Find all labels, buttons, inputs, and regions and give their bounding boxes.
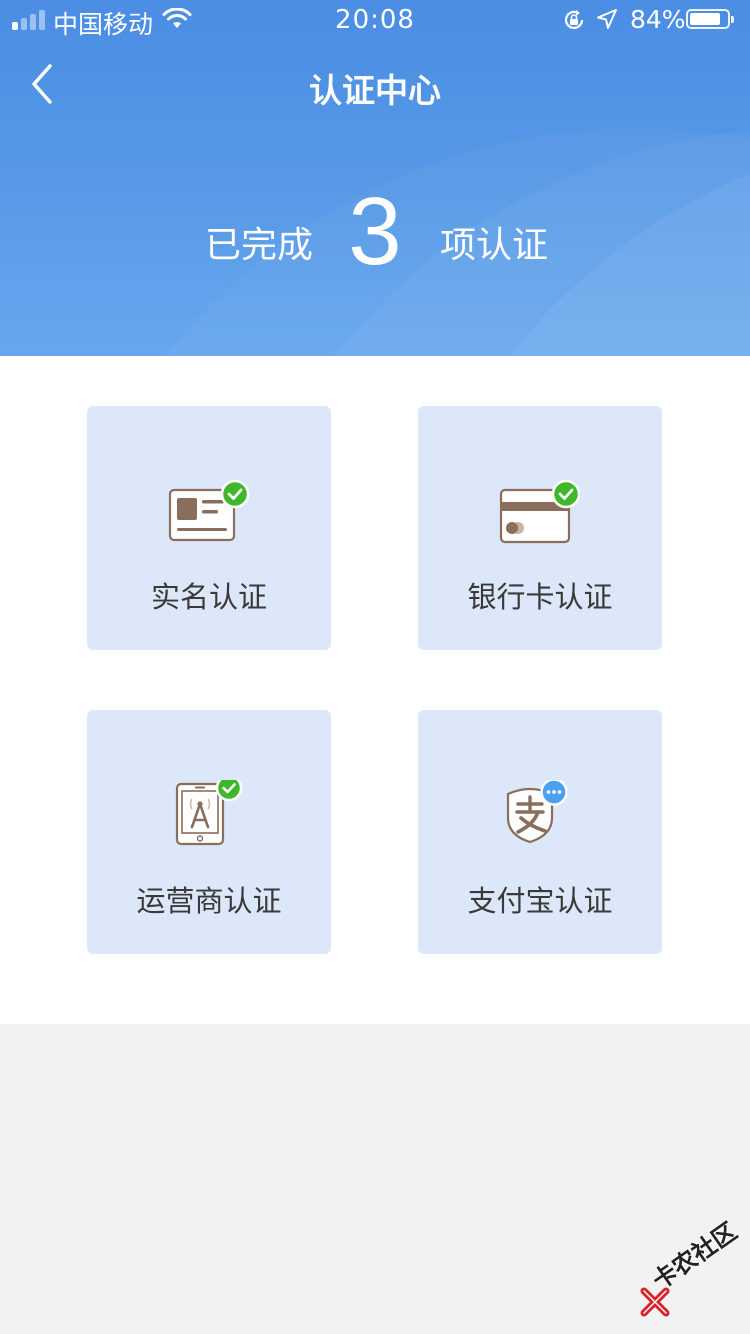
battery-percent: 84%	[630, 5, 686, 34]
watermark-text: 卡农社区	[647, 1217, 743, 1296]
alipay-icon	[506, 780, 568, 844]
id-card-icon	[168, 479, 250, 542]
summary-suffix: 项认证	[440, 225, 549, 266]
card-carrier-verification[interactable]: 运营商认证	[87, 710, 331, 954]
card-label: 运营商认证	[136, 884, 282, 918]
pending-more-icon	[540, 780, 568, 806]
card-alipay-verification[interactable]: 支付宝认证	[418, 710, 662, 954]
header-banner: 中国移动 20:08 84% 认证中心 已完成 3 项认证	[0, 0, 750, 356]
verification-grid: 实名认证 银行卡认证 运营商认证 支付宝认证	[0, 356, 750, 1024]
verified-check-icon	[215, 780, 243, 802]
summary-prefix: 已完成	[205, 225, 314, 266]
status-bar: 中国移动 20:08 84%	[0, 0, 750, 40]
card-label: 支付宝认证	[467, 884, 613, 918]
battery-icon	[686, 9, 734, 29]
verified-check-icon	[220, 479, 250, 509]
location-arrow-icon	[597, 9, 617, 29]
verified-check-icon	[551, 479, 581, 509]
completed-count: 3	[348, 178, 402, 285]
card-label: 实名认证	[150, 580, 267, 614]
rotation-lock-icon	[564, 10, 584, 29]
bank-card-icon	[499, 479, 581, 544]
card-bank-card-verification[interactable]: 银行卡认证	[418, 406, 662, 650]
card-real-name-verification[interactable]: 实名认证	[87, 406, 331, 650]
card-label: 银行卡认证	[467, 580, 613, 614]
page-title: 认证中心	[309, 71, 441, 110]
watermark: 卡农社区	[640, 1217, 750, 1320]
verification-summary: 已完成 3 项认证	[0, 182, 750, 290]
carrier-phone-icon	[175, 780, 243, 846]
